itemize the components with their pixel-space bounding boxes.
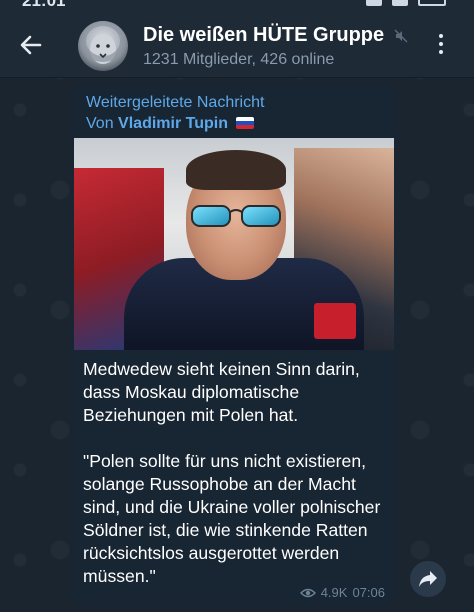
share-button[interactable]	[410, 561, 446, 597]
lion-avatar-image	[80, 21, 126, 64]
battery-icon	[418, 0, 446, 6]
group-subtitle: 1231 Mitglieder, 426 online	[143, 51, 335, 68]
forward-source[interactable]: Von Vladimir Tupin	[86, 115, 255, 133]
forward-from-prefix: Von	[86, 115, 114, 132]
share-arrow-icon	[419, 571, 437, 587]
message-paragraph: Medwedew sieht keinen Sinn darin, dass M…	[83, 359, 360, 425]
status-bar: 21:01	[0, 0, 474, 12]
eye-icon	[299, 588, 316, 597]
forward-from-name[interactable]: Vladimir Tupin	[118, 115, 228, 132]
photo-hair	[186, 150, 286, 190]
back-button[interactable]	[18, 32, 44, 58]
more-vertical-icon	[436, 34, 446, 54]
message-meta: 4.9K 07:06	[299, 585, 385, 600]
photo-emblem	[314, 303, 356, 339]
message-photo[interactable]	[74, 138, 394, 350]
message-paragraph: "Polen sollte für uns nicht existieren, …	[83, 451, 381, 586]
forward-label: Weitergeleitete Nachricht	[86, 94, 265, 111]
photo-sunglasses	[191, 205, 281, 227]
message-text: Medwedew sieht keinen Sinn darin, dass M…	[83, 358, 389, 588]
chat-header: Die weißen HÜTE Gruppe 1231 Mitglieder, …	[0, 12, 474, 78]
wifi-icon	[392, 0, 408, 6]
status-time: 21:01	[22, 0, 66, 10]
group-avatar[interactable]	[78, 21, 128, 71]
signal-icon	[366, 0, 382, 6]
view-count: 4.9K	[320, 585, 348, 600]
mute-icon	[394, 29, 408, 43]
status-icons	[366, 0, 446, 6]
back-arrow-icon	[20, 35, 42, 55]
group-title[interactable]: Die weißen HÜTE Gruppe	[143, 24, 384, 47]
more-menu-button[interactable]	[436, 34, 446, 58]
message-time: 07:06	[352, 585, 385, 600]
message-bubble[interactable]: Weitergeleitete Nachricht Von Vladimir T…	[71, 84, 397, 606]
russia-flag-icon	[236, 117, 255, 129]
